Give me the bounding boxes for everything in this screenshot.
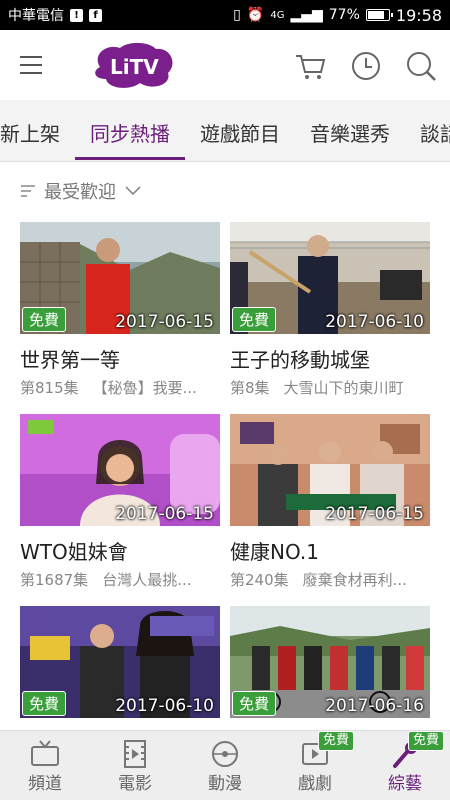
show-title[interactable]: 世界第一等 (20, 344, 220, 373)
show-thumbnail[interactable]: 2017-06-15 (20, 414, 220, 526)
show-card[interactable]: 免費 2017-06-10 (20, 606, 220, 718)
nav-movies[interactable]: 電影 (90, 731, 180, 800)
show-subtitle: 第815集 【秘魯】我要... (20, 377, 220, 398)
film-icon (124, 740, 146, 768)
alarm-icon: ⏰ (246, 7, 265, 23)
episode-number: 第1687集 (20, 571, 89, 589)
show-title[interactable]: WTO姐妹會 (20, 536, 220, 565)
show-card[interactable]: 免費 2017-06-10 王子的移動城堡 第8集 大雪山下的東川町 (230, 222, 430, 398)
free-badge: 免費 (22, 307, 67, 332)
carrier-label: 中華電信 (8, 8, 64, 24)
sort-dropdown[interactable]: 最受歡迎 (20, 178, 142, 204)
episode-number: 第8集 (230, 379, 270, 397)
show-thumbnail[interactable]: 2017-06-15 (230, 414, 430, 526)
category-tabs: 新上架 同步熱播 遊戲節目 音樂選秀 談話 (0, 100, 450, 162)
network-label: 4G (270, 9, 285, 21)
history-icon[interactable] (350, 50, 382, 82)
nav-label: 綜藝 (388, 774, 422, 794)
show-subtitle: 第240集 廢棄食材再利... (230, 569, 430, 590)
svg-text:LiTV: LiTV (110, 55, 159, 79)
nav-label: 頻道 (28, 774, 62, 794)
air-date: 2017-06-15 (325, 504, 424, 524)
menu-icon[interactable] (20, 56, 42, 74)
show-subtitle: 第8集 大雪山下的東川町 (230, 377, 430, 398)
clock: 19:58 (395, 5, 442, 25)
sort-icon (21, 185, 35, 197)
episode-desc: 廢棄食材再利... (302, 571, 407, 589)
cart-icon[interactable] (294, 50, 326, 82)
sort-label: 最受歡迎 (44, 182, 116, 203)
show-title[interactable]: 健康NO.1 (230, 536, 430, 565)
nav-label: 電影 (118, 774, 152, 794)
nav-variety[interactable]: 免費 綜藝 (360, 731, 450, 800)
nav-label: 動漫 (208, 774, 242, 794)
episode-desc: 大雪山下的東川町 (283, 379, 404, 397)
tab-new[interactable]: 新上架 (0, 118, 60, 147)
chevron-down-icon (125, 186, 141, 196)
show-thumbnail[interactable]: 免費 2017-06-10 (230, 222, 430, 334)
show-card[interactable]: 免費 2017-06-15 世界第一等 第815集 【秘魯】我要... (20, 222, 220, 398)
litv-logo[interactable]: LiTV (90, 41, 174, 89)
free-badge: 免費 (408, 731, 445, 751)
episode-number: 第240集 (230, 571, 289, 589)
show-thumbnail[interactable]: 免費 2017-06-15 (20, 222, 220, 334)
air-date: 2017-06-15 (115, 504, 214, 524)
show-subtitle: 第1687集 台灣人最挑... (20, 569, 220, 590)
vibrate-icon: ▯ (233, 7, 241, 23)
tab-music-talent[interactable]: 音樂選秀 (310, 118, 390, 147)
episode-desc: 台灣人最挑... (102, 571, 192, 589)
show-thumbnail[interactable]: 免費 2017-06-10 (20, 606, 220, 718)
free-badge: 免費 (232, 691, 277, 716)
free-badge: 免費 (22, 691, 67, 716)
free-badge: 免費 (232, 307, 277, 332)
battery-percent: 77% (328, 7, 360, 23)
tab-talk[interactable]: 談話 (420, 118, 450, 147)
episode-number: 第815集 (20, 379, 79, 397)
bottom-nav: 頻道 電影 動漫 免費 戲劇 免費 綜藝 (0, 730, 450, 800)
app-header: LiTV (0, 30, 450, 100)
tv-icon (31, 740, 59, 766)
disc-icon (212, 741, 238, 767)
show-card[interactable]: 2017-06-15 健康NO.1 第240集 廢棄食材再利... (230, 414, 430, 590)
nav-label: 戲劇 (298, 774, 332, 794)
battery-icon (365, 9, 393, 21)
free-badge: 免費 (318, 731, 355, 751)
show-card[interactable]: 2017-06-15 WTO姐妹會 第1687集 台灣人最挑... (20, 414, 220, 590)
search-icon[interactable] (405, 50, 437, 82)
signal-icon: ▂▄▆ (290, 7, 323, 23)
nav-channels[interactable]: 頻道 (0, 731, 90, 800)
air-date: 2017-06-10 (115, 696, 214, 716)
show-thumbnail[interactable]: 免費 2017-06-16 (230, 606, 430, 718)
status-bar: 中華電信 ! f ▯ ⏰ 4G ▂▄▆ 77% 19:58 (0, 0, 450, 30)
show-title[interactable]: 王子的移動城堡 (230, 344, 430, 373)
active-tab-indicator (75, 157, 185, 160)
tab-sync-hot[interactable]: 同步熱播 (90, 118, 170, 147)
tab-game-shows[interactable]: 遊戲節目 (200, 118, 280, 147)
facebook-icon: f (89, 8, 102, 22)
nav-anime[interactable]: 動漫 (180, 731, 270, 800)
nav-drama[interactable]: 免費 戲劇 (270, 731, 360, 800)
episode-desc: 【秘魯】我要... (92, 379, 197, 397)
notification-icon: ! (70, 8, 83, 22)
air-date: 2017-06-15 (115, 312, 214, 332)
air-date: 2017-06-16 (325, 696, 424, 716)
show-card[interactable]: 免費 2017-06-16 (230, 606, 430, 718)
air-date: 2017-06-10 (325, 312, 424, 332)
